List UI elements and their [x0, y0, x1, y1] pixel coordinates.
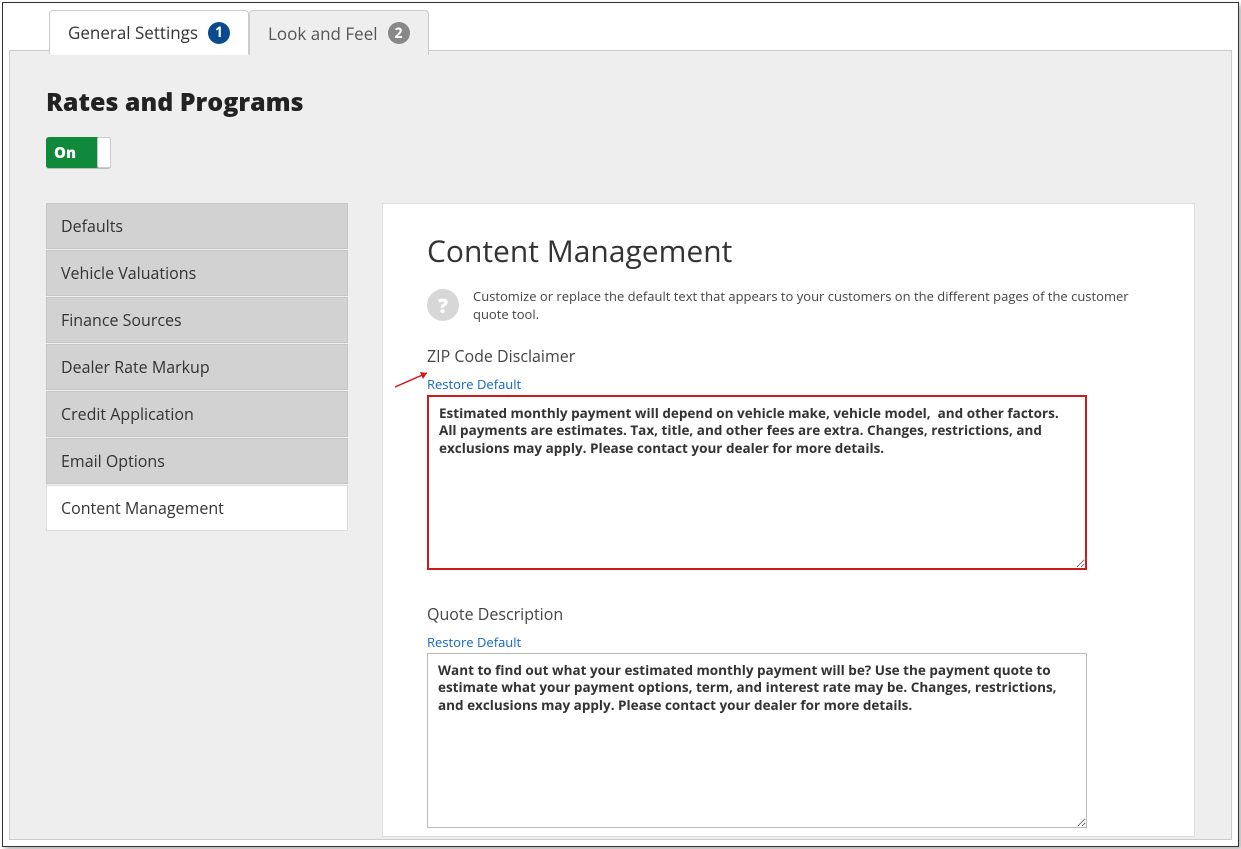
- body-layout: Defaults Vehicle Valuations Finance Sour…: [46, 203, 1195, 837]
- sidebar-item-defaults[interactable]: Defaults: [46, 203, 348, 249]
- section-quote-description: Quote Description Restore Default: [427, 603, 1150, 833]
- rates-toggle[interactable]: On: [46, 137, 111, 169]
- tab-general-settings[interactable]: General Settings 1: [49, 10, 249, 55]
- tab-label: General Settings: [68, 21, 198, 44]
- sidebar-item-label: Finance Sources: [61, 309, 182, 331]
- tab-label: Look and Feel: [268, 22, 378, 45]
- sidebar-item-content-management[interactable]: Content Management: [46, 485, 348, 531]
- tab-badge: 2: [388, 22, 410, 44]
- sidebar-item-label: Credit Application: [61, 403, 194, 425]
- top-tabbar: General Settings 1 Look and Feel 2: [49, 10, 429, 55]
- restore-default-link[interactable]: Restore Default: [427, 375, 521, 393]
- sidebar-item-label: Dealer Rate Markup: [61, 356, 210, 378]
- toggle-label: On: [46, 143, 76, 163]
- content-heading: Content Management: [427, 230, 1150, 271]
- sidebar-item-finance-sources[interactable]: Finance Sources: [46, 297, 348, 343]
- app-frame: General Settings 1 Look and Feel 2 Rates…: [2, 2, 1239, 847]
- sidebar-item-label: Email Options: [61, 450, 165, 472]
- page-title: Rates and Programs: [46, 85, 1195, 119]
- content-pane: Content Management ? Customize or replac…: [382, 203, 1195, 837]
- sidebar-item-label: Content Management: [61, 497, 224, 519]
- zip-code-disclaimer-textarea[interactable]: [427, 395, 1087, 570]
- sidebar-item-credit-application[interactable]: Credit Application: [46, 391, 348, 437]
- help-row: ? Customize or replace the default text …: [427, 287, 1150, 323]
- help-icon[interactable]: ?: [427, 289, 459, 321]
- section-label: Quote Description: [427, 603, 1150, 625]
- section-zip-code-disclaimer: ZIP Code Disclaimer Restore Default: [427, 345, 1150, 575]
- sidebar-item-email-options[interactable]: Email Options: [46, 438, 348, 484]
- sidebar-item-vehicle-valuations[interactable]: Vehicle Valuations: [46, 250, 348, 296]
- toggle-knob: [97, 137, 111, 168]
- help-text: Customize or replace the default text th…: [473, 287, 1150, 323]
- sidebar-item-label: Vehicle Valuations: [61, 262, 196, 284]
- tab-look-and-feel[interactable]: Look and Feel 2: [249, 10, 429, 55]
- tab-panel: Rates and Programs On Defaults Vehicle V…: [9, 50, 1232, 840]
- side-nav: Defaults Vehicle Valuations Finance Sour…: [46, 203, 348, 837]
- quote-description-textarea[interactable]: [427, 653, 1087, 828]
- sidebar-item-dealer-rate-markup[interactable]: Dealer Rate Markup: [46, 344, 348, 390]
- tab-badge: 1: [208, 22, 230, 44]
- sidebar-item-label: Defaults: [61, 215, 123, 237]
- section-label: ZIP Code Disclaimer: [427, 345, 1150, 367]
- restore-default-link[interactable]: Restore Default: [427, 633, 521, 651]
